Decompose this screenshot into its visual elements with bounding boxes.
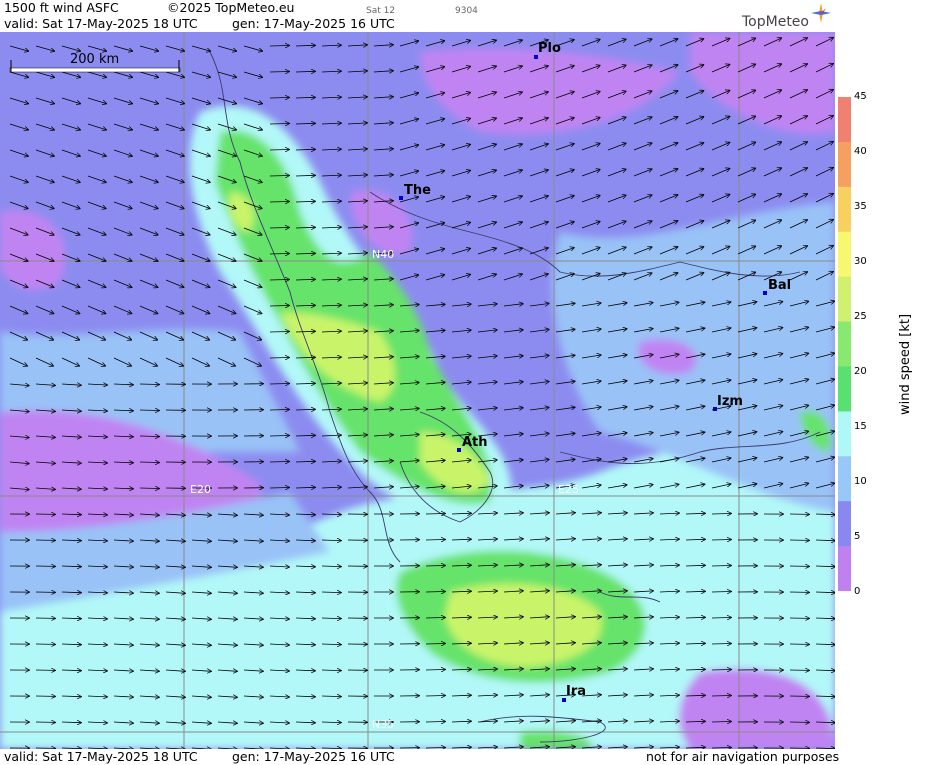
wind-arrow xyxy=(711,566,731,567)
wind-arrow xyxy=(269,280,289,281)
wind-arrow xyxy=(269,462,289,463)
colorbar-swatch xyxy=(838,231,851,278)
wind-arrow xyxy=(425,748,445,749)
wind-arrow xyxy=(711,670,731,671)
wind-arrow xyxy=(711,592,731,593)
colorbar-tick-30: 30 xyxy=(854,256,867,267)
lat-label-n40: N40 xyxy=(372,248,395,261)
colorbar-swatch xyxy=(838,546,851,592)
wind-arrow xyxy=(139,410,159,411)
colorbar-tick-15: 15 xyxy=(854,421,867,432)
colorbar-swatches xyxy=(838,97,851,592)
colorbar-tick-5: 5 xyxy=(854,531,861,542)
wind-arrow xyxy=(269,176,289,177)
wind-arrow xyxy=(425,566,445,567)
lon-label-e20: E20 xyxy=(190,483,211,496)
header-bar: 1500 ft wind ASFC ©2025 TopMeteo.eu Sat … xyxy=(0,0,925,32)
wind-arrow xyxy=(139,384,159,385)
wind-arrow xyxy=(425,540,445,541)
city-label-the: The xyxy=(404,183,431,198)
wind-arrow xyxy=(425,722,445,723)
colorbar-swatch xyxy=(838,186,851,233)
disclaimer-text: not for air navigation purposes xyxy=(646,749,840,764)
wind-arrow xyxy=(711,644,731,645)
colorbar-swatch xyxy=(838,141,851,188)
wind-arrow xyxy=(269,306,289,307)
wind-arrow xyxy=(425,670,445,671)
colorbar-tick-45: 45 xyxy=(854,91,867,102)
colorbar-swatch xyxy=(838,366,851,412)
wind-arrow xyxy=(269,150,289,151)
colorbar-tick-40: 40 xyxy=(854,146,867,157)
scale-bar-label: 200 km xyxy=(70,52,120,67)
wind-map-canvas xyxy=(0,32,835,749)
wind-arrow xyxy=(711,748,731,749)
footer-generated-time: gen: 17-May-2025 16 UTC xyxy=(232,749,395,764)
wind-arrow xyxy=(425,644,445,645)
topmeteo-logo: TopMeteo xyxy=(742,14,809,30)
generated-time: gen: 17-May-2025 16 UTC xyxy=(232,16,395,31)
copyright-text: ©2025 TopMeteo.eu xyxy=(167,0,295,15)
footer-bar: valid: Sat 17-May-2025 18 UTC gen: 17-Ma… xyxy=(0,749,925,765)
wind-arrow xyxy=(139,462,159,463)
wind-arrow xyxy=(139,436,159,437)
wind-arrow xyxy=(269,384,289,385)
colorbar-title: wind speed [kt] xyxy=(898,313,913,415)
wind-arrow xyxy=(711,540,731,541)
product-title: 1500 ft wind ASFC xyxy=(4,0,119,15)
wind-arrow xyxy=(269,436,289,437)
city-marker-bal xyxy=(763,291,767,295)
footer-valid-time: valid: Sat 17-May-2025 18 UTC xyxy=(4,749,198,764)
lat-label-n35: N35 xyxy=(372,718,395,731)
wind-speed-colorbar xyxy=(838,97,851,592)
wind-arrow xyxy=(711,722,731,723)
wind-arrow xyxy=(711,696,731,697)
code-label: 9304 xyxy=(455,6,478,16)
colorbar-tick-10: 10 xyxy=(854,476,867,487)
city-marker-ath xyxy=(457,448,461,452)
city-label-ira: Ira xyxy=(566,684,587,699)
wind-arrow xyxy=(139,488,159,489)
colorbar-tick-25: 25 xyxy=(854,311,867,322)
wind-arrow xyxy=(425,618,445,619)
wind-arrow xyxy=(269,488,289,489)
valid-time: valid: Sat 17-May-2025 18 UTC xyxy=(4,16,198,31)
city-label-ath: Ath xyxy=(462,435,488,450)
city-marker-the xyxy=(399,196,403,200)
colorbar-swatch xyxy=(838,321,851,367)
wind-arrow xyxy=(269,46,289,47)
wind-map[interactable]: 200 km N40 N35 E20 E25 Plo The Bal Izm A… xyxy=(0,32,835,749)
wind-arrow xyxy=(269,410,289,411)
colorbar-tick-0: 0 xyxy=(854,586,861,597)
wind-arrow xyxy=(269,228,289,229)
wind-arrow xyxy=(269,358,289,359)
wind-arrow xyxy=(269,332,289,333)
colorbar-tick-20: 20 xyxy=(854,366,867,377)
wind-arrow xyxy=(269,98,289,99)
wind-arrow xyxy=(425,696,445,697)
wind-arrow xyxy=(269,72,289,73)
colorbar-swatch xyxy=(838,97,851,143)
colorbar-swatch xyxy=(838,456,851,502)
wind-arrow xyxy=(269,254,289,255)
city-label-izm: Izm xyxy=(717,394,743,409)
lon-label-e25: E25 xyxy=(558,483,579,496)
wind-arrow xyxy=(711,618,731,619)
wind-arrow xyxy=(269,202,289,203)
city-label-plo: Plo xyxy=(538,41,561,56)
colorbar-swatch xyxy=(838,411,851,457)
colorbar-swatch xyxy=(838,501,851,547)
colorbar-tick-35: 35 xyxy=(854,201,867,212)
colorbar-swatch xyxy=(838,276,851,323)
wind-arrow xyxy=(425,514,445,515)
wind-arrow xyxy=(425,592,445,593)
city-label-bal: Bal xyxy=(768,278,792,293)
compass-logo-icon xyxy=(811,3,831,23)
wind-arrow xyxy=(269,124,289,125)
wind-arrow xyxy=(711,514,731,515)
